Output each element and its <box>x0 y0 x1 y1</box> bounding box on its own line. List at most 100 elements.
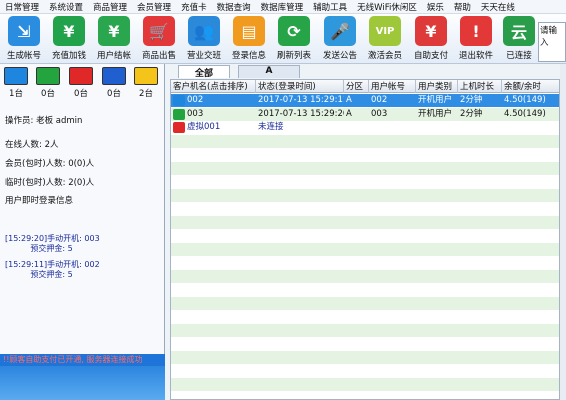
generate-account-icon: ⇲ <box>8 16 40 46</box>
table-row[interactable] <box>171 175 559 188</box>
table-row[interactable] <box>171 256 559 269</box>
menu-item[interactable]: 无线WiFi休闲区 <box>352 1 422 13</box>
toolbar-button[interactable]: VIP 激活会员 <box>363 16 407 63</box>
menu-item[interactable]: 天天在线 <box>476 1 520 13</box>
microphone-icon: 🎤 <box>324 16 356 46</box>
table-row[interactable]: 002 2017-07-13 15:29:11 A 002 开机用户 2分钟 4.50(14… <box>171 94 559 107</box>
table-row[interactable] <box>171 283 559 296</box>
table-row[interactable] <box>171 242 559 256</box>
status-item[interactable]: 2台 <box>133 67 159 107</box>
recharge-icon: ¥ <box>53 16 85 46</box>
column-header[interactable]: 用户类别 <box>416 80 458 93</box>
self-pay-icon: ¥ <box>415 16 447 46</box>
cell-duration: 2分钟 <box>460 95 483 105</box>
status-count: 1台 <box>9 89 23 99</box>
table-row[interactable] <box>171 229 559 242</box>
exit-icon: ! <box>460 16 492 46</box>
operator-label: 操作员: 老板 admin <box>5 116 83 126</box>
shift-handover-icon: 👥 <box>188 16 220 46</box>
toolbar-button[interactable]: ¥ 自助支付 <box>409 16 453 63</box>
toolbar-button-label: 生成帐号 <box>6 51 41 61</box>
table-row[interactable] <box>171 269 559 283</box>
table-row[interactable] <box>171 161 559 175</box>
toolbar-button[interactable]: ⇲ 生成帐号 <box>2 16 46 63</box>
cell-status: 未连接 <box>258 122 284 132</box>
column-header[interactable]: 状态(登录时间) <box>256 80 344 93</box>
table-row[interactable] <box>171 148 559 161</box>
column-header[interactable]: 用户帐号 <box>369 80 416 93</box>
tab-all[interactable]: 全部 <box>178 65 230 79</box>
cloud-connected-icon: 云 <box>503 16 535 46</box>
toolbar-button[interactable]: ▤ 登录信息 <box>227 16 271 63</box>
table-header: 客户机名(点击排序) 状态(登录时间) 分区 用户帐号 用户类别 上机时长 余额/余时 <box>171 80 559 93</box>
vip-icon: VIP <box>369 16 401 46</box>
column-header[interactable]: 分区 <box>344 80 369 93</box>
table-row[interactable] <box>171 323 559 337</box>
cell-type <box>416 121 458 134</box>
toolbar-button[interactable]: ¥ 充值加钱 <box>47 16 91 63</box>
status-count: 2台 <box>139 89 153 99</box>
table-row[interactable] <box>171 215 559 229</box>
menu-item[interactable]: 帮助 <box>449 1 476 13</box>
toolbar-button[interactable]: 👥 营业交班 <box>182 16 226 63</box>
monitor-icon <box>69 67 93 85</box>
status-item[interactable]: 0台 <box>101 67 127 107</box>
search-input[interactable]: 请输入 <box>538 22 566 62</box>
tab-a[interactable]: A <box>238 65 300 78</box>
cell-balance: 4.50(149) <box>504 95 546 105</box>
status-count: 0台 <box>107 89 121 99</box>
column-header[interactable]: 上机时长 <box>458 80 502 93</box>
toolbar-button[interactable]: 云已连接 <box>497 16 541 63</box>
table-row[interactable] <box>171 364 559 377</box>
table-row[interactable] <box>171 202 559 215</box>
table-row[interactable] <box>171 337 559 350</box>
table-row[interactable] <box>171 188 559 202</box>
cell-account <box>369 121 416 134</box>
column-header[interactable]: 余额/余时 <box>502 80 559 93</box>
status-item[interactable]: 0台 <box>68 67 94 107</box>
toolbar-button-label: 激活会员 <box>367 51 402 61</box>
cell-account: 003 <box>371 108 388 119</box>
menu-item[interactable]: 系统设置 <box>44 1 88 13</box>
toolbar-button[interactable]: 🎤 发送公告 <box>318 16 362 63</box>
search-input-text: 请输入 <box>540 26 558 48</box>
menu-item[interactable]: 数据库管理 <box>256 1 309 13</box>
table-row[interactable]: 003 2017-07-13 15:29:20 A 003 开机用户 2分钟 4.50(14… <box>171 107 559 121</box>
status-item[interactable]: 1台 <box>3 67 29 107</box>
menu-item[interactable]: 会员管理 <box>132 1 176 13</box>
log-entry: [15:29:20]手动开机: 003 预交押金: 5 <box>5 234 100 253</box>
table-row[interactable] <box>171 134 559 148</box>
table-row[interactable] <box>171 310 559 323</box>
online-count: 在线人数: 2人 <box>5 140 59 150</box>
machine-status-summary: 1台 0台 0台 0台 2台 <box>0 67 165 107</box>
table-row[interactable] <box>171 296 559 310</box>
menu-item[interactable]: 充值卡 <box>176 1 212 13</box>
menu-item[interactable]: 商品管理 <box>88 1 132 13</box>
cell-duration: 2分钟 <box>460 108 483 119</box>
menu-item[interactable]: 辅助工具 <box>308 1 352 13</box>
toolbar-button[interactable]: ⟳ 刷新列表 <box>272 16 316 63</box>
menu-item[interactable]: 数据查询 <box>212 1 256 13</box>
toolbar-button-label: 退出软件 <box>458 51 493 61</box>
menu-item[interactable]: 娱乐 <box>422 1 449 13</box>
toolbar-button[interactable]: ¥ 用户结帐 <box>92 16 136 63</box>
banner-image <box>0 366 165 400</box>
toolbar-button[interactable]: 🛒 商品出售 <box>137 16 181 63</box>
checkout-icon: ¥ <box>98 16 130 46</box>
status-count: 0台 <box>74 89 88 99</box>
toolbar-button-label: 充值加钱 <box>51 51 86 61</box>
client-status-icon <box>173 108 185 120</box>
cell-status: 2017-07-13 15:29:20 <box>258 108 344 119</box>
table-row[interactable] <box>171 391 559 399</box>
table-row[interactable] <box>171 377 559 391</box>
table-row[interactable] <box>171 350 559 364</box>
cell-type: 开机用户 <box>418 95 453 105</box>
toolbar-button[interactable]: ! 退出软件 <box>454 16 498 63</box>
status-item[interactable]: 0台 <box>35 67 61 107</box>
scrollbar[interactable] <box>560 64 566 400</box>
cell-type: 开机用户 <box>418 108 453 119</box>
toolbar-button-label: 自助支付 <box>413 51 448 61</box>
column-header[interactable]: 客户机名(点击排序) <box>171 80 256 93</box>
table-row[interactable]: 虚拟001 未连接 <box>171 121 559 134</box>
menu-item[interactable]: 日常管理 <box>0 1 44 13</box>
